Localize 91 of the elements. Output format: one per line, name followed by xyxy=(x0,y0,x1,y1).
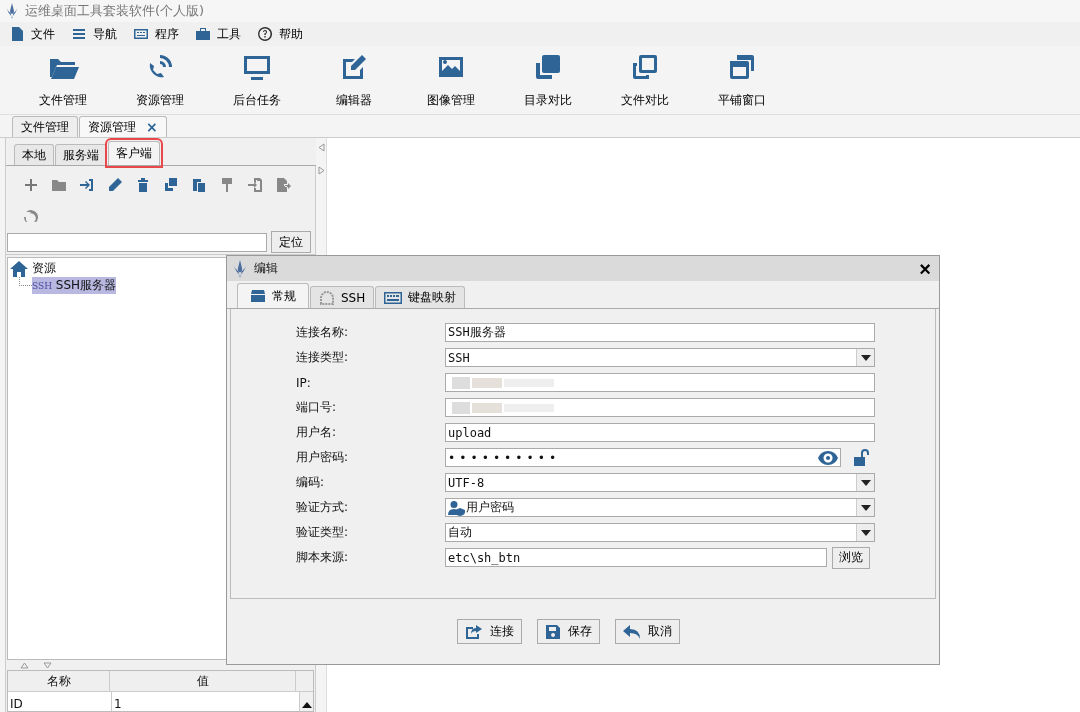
share-icon xyxy=(464,623,483,640)
toolbar-button[interactable]: 文件对比 xyxy=(596,46,693,114)
field-label: IP: xyxy=(296,375,312,390)
locate-button[interactable]: 定位 xyxy=(271,231,311,253)
table-cell: ID xyxy=(8,692,112,711)
dropdown[interactable]: SSH xyxy=(445,348,875,367)
document-tab[interactable]: 资源管理 × xyxy=(79,116,167,137)
copy-icon[interactable] xyxy=(163,177,179,193)
dialog-button[interactable]: 保存 xyxy=(536,619,600,644)
caret-down-icon xyxy=(860,504,871,511)
text-field[interactable] xyxy=(445,398,875,417)
dialog-tab[interactable]: 常规 xyxy=(237,283,309,308)
login-icon[interactable] xyxy=(79,177,95,193)
toolbar-button[interactable]: 文件管理 xyxy=(14,46,111,114)
toolbar-button[interactable]: 编辑器 xyxy=(305,46,402,114)
caret-down-icon xyxy=(860,529,871,536)
menu-item[interactable]: 工具 xyxy=(191,25,245,43)
caret-down-icon xyxy=(860,479,871,486)
dropdown[interactable]: 用户密码 xyxy=(445,498,875,517)
dialog-title: 编辑 xyxy=(254,260,278,277)
home-icon xyxy=(10,260,28,277)
close-tab-icon[interactable]: × xyxy=(146,119,158,135)
menu-icon xyxy=(71,26,87,42)
toolbar-button[interactable]: 目录对比 xyxy=(499,46,596,114)
dropdown-arrow-button[interactable] xyxy=(856,524,874,541)
field-label: 端口号: xyxy=(296,399,338,416)
text-field[interactable]: SSH服务器 xyxy=(445,323,875,342)
column-header[interactable]: 值 xyxy=(110,671,296,692)
unlock-icon[interactable] xyxy=(853,448,871,467)
field-label: 编码: xyxy=(296,474,326,491)
panel-tab[interactable]: 本地 xyxy=(14,144,54,165)
menu-item[interactable]: 文件 xyxy=(5,25,59,43)
keyboard-icon xyxy=(384,291,403,304)
import-icon[interactable] xyxy=(247,177,263,193)
field-label: 验证类型: xyxy=(296,524,350,541)
toolbar-button[interactable]: 图像管理 xyxy=(402,46,499,114)
password-field[interactable]: •••••••••• xyxy=(445,448,841,467)
menu-item[interactable]: 程序 xyxy=(129,25,183,43)
app-logo-icon xyxy=(5,3,19,19)
toolbar-button[interactable]: 资源管理 xyxy=(111,46,208,114)
field-label: 用户密码: xyxy=(296,449,350,466)
field-label: 连接类型: xyxy=(296,349,350,366)
field-label: 脚本来源: xyxy=(296,549,350,566)
brush-icon[interactable] xyxy=(219,177,235,193)
text-field[interactable]: etc\sh_btn xyxy=(445,548,827,567)
dropdown-arrow-button[interactable] xyxy=(856,474,874,491)
tree-item[interactable]: SSH SSH服务器 xyxy=(32,277,117,294)
menu-item[interactable]: 帮助 xyxy=(253,25,307,43)
menu-item[interactable]: 导航 xyxy=(67,25,121,43)
window-title: 运维桌面工具套装软件(个人版) xyxy=(25,2,205,20)
toolbar-button[interactable]: 后台任务 xyxy=(208,46,305,114)
export-icon[interactable] xyxy=(275,177,291,193)
close-button[interactable]: × xyxy=(911,258,939,279)
trash-icon[interactable] xyxy=(135,177,151,193)
tree-item[interactable]: 资源 xyxy=(32,260,56,277)
header-corner xyxy=(296,671,313,692)
panel-tab[interactable]: 服务端 xyxy=(55,144,107,165)
field-label: 用户名: xyxy=(296,424,338,441)
field-label: 验证方式: xyxy=(296,499,350,516)
column-header[interactable]: 名称 xyxy=(8,671,110,692)
save-icon xyxy=(544,623,561,640)
dialog-button[interactable]: 取消 xyxy=(614,619,680,644)
eye-icon[interactable] xyxy=(818,450,838,465)
text-field[interactable] xyxy=(445,373,875,392)
dropdown[interactable]: 自动 xyxy=(445,523,875,542)
box-icon xyxy=(250,289,266,303)
dropdown[interactable]: UTF-8 xyxy=(445,473,875,492)
document-tab[interactable]: 文件管理 xyxy=(12,116,78,137)
dialog-tab[interactable]: 键盘映射 xyxy=(375,286,466,308)
dropdown-arrow-button[interactable] xyxy=(856,349,874,366)
scroll-up-icon[interactable] xyxy=(301,702,312,708)
help-icon xyxy=(257,26,273,42)
dropdown-arrow-button[interactable] xyxy=(856,499,874,516)
document-icon xyxy=(9,26,25,42)
browse-button[interactable]: 浏览 xyxy=(832,546,870,569)
dialog-button[interactable]: 连接 xyxy=(456,619,522,644)
plus-icon[interactable] xyxy=(23,177,39,193)
panel-tab[interactable]: 客户端 xyxy=(108,141,160,165)
caret-down-icon xyxy=(860,354,871,361)
text-field[interactable]: upload xyxy=(445,423,875,442)
pencil-icon[interactable] xyxy=(107,177,123,193)
toolbox-icon xyxy=(195,26,211,42)
app-logo-icon xyxy=(232,259,248,278)
search-field[interactable] xyxy=(7,232,267,252)
field-label: 连接名称: xyxy=(296,324,350,341)
keyboard-icon xyxy=(133,26,149,42)
toolbar-button[interactable]: 平铺窗口 xyxy=(693,46,790,114)
dialog-tab[interactable]: SSH xyxy=(310,286,375,308)
scrollbar[interactable] xyxy=(300,692,313,711)
paste-icon[interactable] xyxy=(191,177,207,193)
folder-add-icon[interactable] xyxy=(51,177,67,193)
